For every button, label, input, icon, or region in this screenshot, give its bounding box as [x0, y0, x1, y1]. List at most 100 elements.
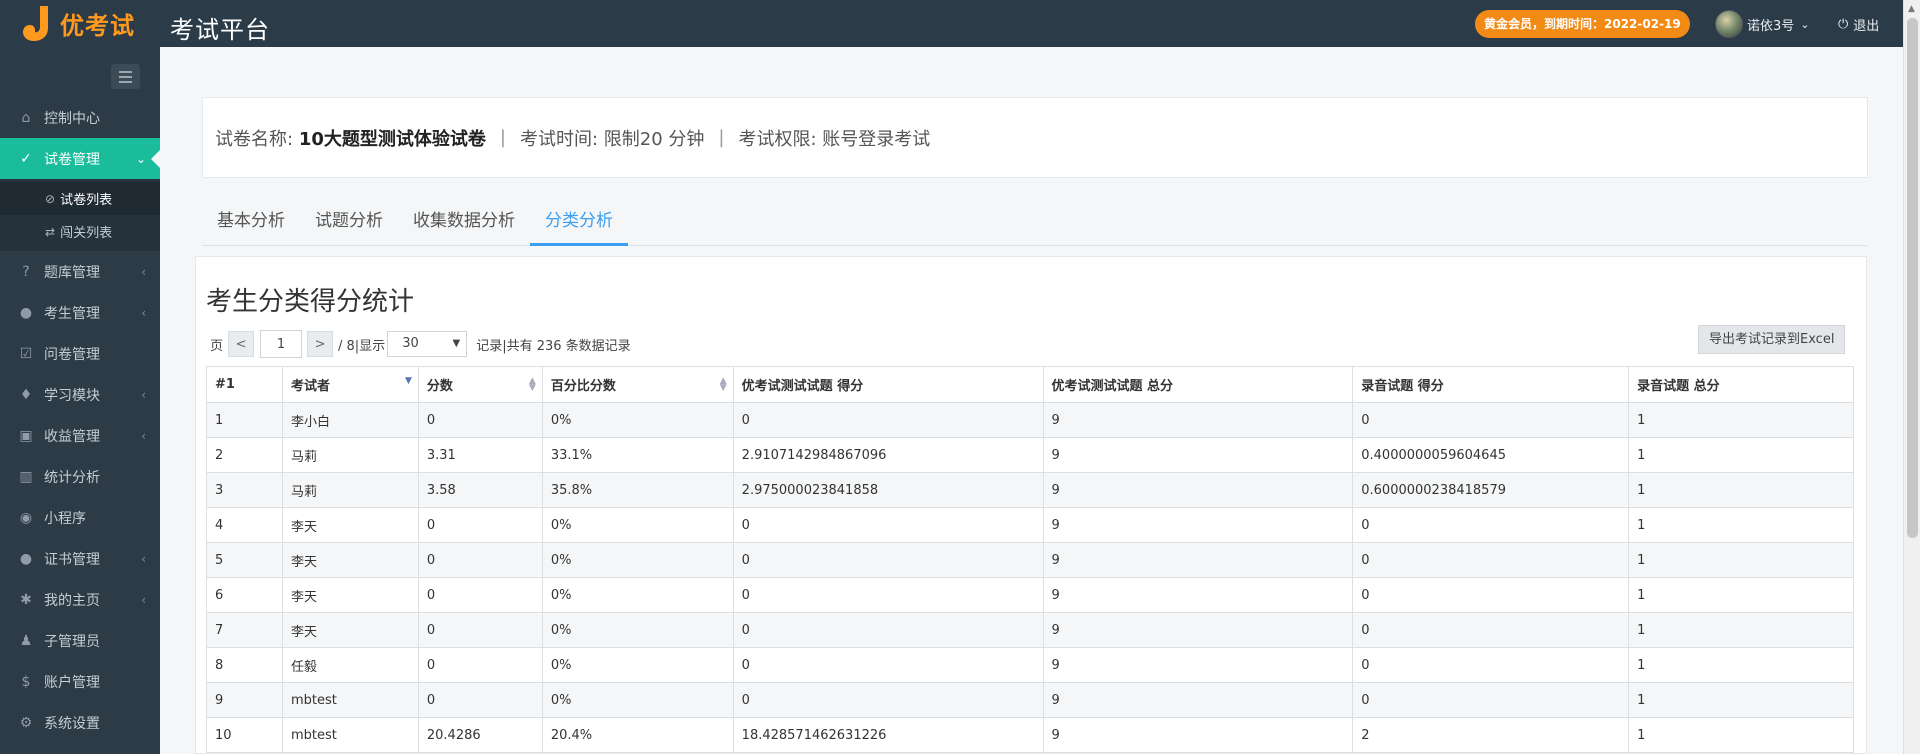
sidebar-item-label: 小程序 [44, 510, 86, 527]
column-header[interactable]: #1 [206, 366, 283, 403]
table-cell: 0 [732, 577, 1044, 613]
table-body: 1 李小白 0 0% 0 9 0 1 2 马莉 3.31 33.1% 2.910714298486709… [206, 402, 1854, 753]
sidebar-item-learning[interactable]: ♦ 学习模块 ‹ [0, 374, 160, 415]
vertical-scrollbar[interactable]: ▲ [1903, 0, 1920, 754]
page-size-select[interactable]: 30 ▼ [387, 331, 468, 357]
table-cell: 9 [1042, 402, 1354, 438]
sidebar-item-dashboard[interactable]: ⌂ 控制中心 [0, 97, 160, 138]
logout-button[interactable]: ⏻ 退出 [1838, 15, 1879, 34]
caret-down-icon: ▼ [452, 338, 461, 349]
table-cell: mbtest [281, 682, 419, 718]
table-cell: 1 [1628, 577, 1854, 613]
chevron-left-icon: ‹ [141, 305, 146, 320]
home-icon: ⌂ [21, 109, 31, 126]
chevron-left-icon: ‹ [141, 592, 146, 607]
prev-page-button[interactable]: < [228, 331, 255, 357]
chevron-left-icon: ‹ [141, 387, 146, 402]
table-cell: 9 [1042, 682, 1354, 718]
scroll-up-icon[interactable]: ▲ [1908, 4, 1915, 14]
exam-time: 考试时间: 限制20 分钟 [519, 128, 705, 150]
column-header[interactable]: 考试者 ▼ [281, 366, 419, 403]
sidebar-item-survey[interactable]: ☑ 问卷管理 [0, 333, 160, 374]
sidebar-item-label: 子管理员 [44, 633, 100, 650]
sidebar-item-revenue[interactable]: ▣ 收益管理 ‹ [0, 415, 160, 456]
table-cell: 2 [1352, 717, 1630, 753]
table-cell: 0 [732, 682, 1044, 718]
table-cell: 9 [1042, 472, 1354, 508]
records-text: 记录|共有 236 条数据记录 [476, 338, 631, 354]
sidebar-item-label: 学习模块 [44, 387, 100, 404]
sidebar-item-label: 收益管理 [44, 428, 100, 445]
sidebar-item-exam-paper[interactable]: ✓ 试卷管理 ⌄ [0, 138, 160, 179]
money-icon: ▣ [19, 427, 33, 444]
question-circle-icon: ? [22, 263, 30, 280]
table-row: 6 李天 0 0% 0 9 0 1 [206, 577, 1854, 613]
sidebar-item-settings[interactable]: ⚙ 系统设置 [0, 702, 160, 743]
table-cell: 0% [541, 682, 734, 718]
chevron-down-icon: ⌄ [1800, 17, 1810, 31]
table-cell: 1 [1628, 437, 1854, 473]
column-header[interactable]: 百分比分数 ▲ ▼ [541, 366, 734, 403]
vip-badge[interactable]: 黄金会员，到期时间：2022-02-19 [1475, 10, 1690, 38]
certificate-icon: ● [19, 550, 33, 567]
check-circle-icon: ✓ [20, 150, 32, 167]
sidebar-subitem-paper-list[interactable]: ⊘ 试卷列表 [0, 182, 160, 215]
check-circle-icon: ⊘ [45, 191, 56, 206]
logo[interactable]: 优考试 [20, 4, 135, 42]
sidebar-item-mini-program[interactable]: ◉ 小程序 [0, 497, 160, 538]
table-cell: 0% [541, 402, 734, 438]
export-excel-button[interactable]: 导出考试记录到Excel [1698, 325, 1846, 354]
tab-collected-data-analysis[interactable]: 收集数据分析 [398, 200, 530, 246]
avatar [1715, 10, 1743, 38]
sidebar-item-sub-admin[interactable]: ♟ 子管理员 [0, 620, 160, 661]
leaf-icon: ✱ [20, 591, 32, 608]
sidebar-item-homepage[interactable]: ✱ 我的主页 ‹ [0, 579, 160, 620]
table-row: 1 李小白 0 0% 0 9 0 1 [206, 402, 1854, 438]
user-name: 诺依3号 [1747, 18, 1795, 34]
sidebar-subitem-level-list[interactable]: ⇄ 闯关列表 [0, 215, 160, 248]
separator: | [499, 127, 506, 148]
sidebar-toggle-button[interactable] [111, 64, 140, 89]
table-cell: 9 [1042, 577, 1354, 613]
page-total-text: / 8|显示 [338, 338, 386, 354]
main-content: 试卷名称: 10大题型测试体验试卷 | 考试时间: 限制20 分钟 | 考试权限… [160, 47, 1903, 754]
table-cell: 1 [1628, 542, 1854, 578]
table-cell: 3.31 [417, 437, 543, 473]
column-header[interactable]: 分数 ▲ ▼ [417, 366, 543, 403]
shuffle-icon: ⇄ [45, 224, 56, 239]
logout-label: 退出 [1853, 19, 1880, 34]
sidebar-item-question-bank[interactable]: ? 题库管理 ‹ [0, 251, 160, 292]
score-table: #1 考试者 ▼ 分数 ▲ ▼ 百分比分数 ▲ ▼ 优考试测试试题 得分 优考试测试试题 … [206, 366, 1854, 753]
sidebar-item-account[interactable]: $ 账户管理 [0, 661, 160, 702]
tab-category-analysis[interactable]: 分类分析 [530, 200, 628, 246]
table-row: 7 李天 0 0% 0 9 0 1 [206, 612, 1854, 648]
next-page-button[interactable]: > [307, 331, 334, 357]
exam-name: 10大题型测试体验试卷 [298, 128, 486, 150]
chevron-left-icon: ‹ [141, 428, 146, 443]
scrollbar-thumb[interactable] [1907, 18, 1918, 538]
sidebar-item-certificates[interactable]: ● 证书管理 ‹ [0, 538, 160, 579]
table-cell: 李小白 [281, 402, 419, 438]
sidebar-subitem-label: 试卷列表 [60, 193, 113, 208]
table-cell: 33.1% [541, 437, 734, 473]
bar-chart-icon: ▥ [19, 468, 33, 485]
table-cell: 0 [732, 612, 1044, 648]
user-menu[interactable]: 诺依3号 ⌄ [1715, 10, 1810, 38]
page-number-input[interactable]: 1 [260, 330, 303, 358]
power-icon: ⏻ [1838, 17, 1849, 32]
sidebar-item-label: 考生管理 [44, 305, 100, 322]
tab-question-analysis[interactable]: 试题分析 [300, 200, 398, 246]
table-cell: 0 [732, 402, 1044, 438]
sidebar-item-examinees[interactable]: ● 考生管理 ‹ [0, 292, 160, 333]
sidebar-item-label: 系统设置 [44, 715, 100, 732]
table-cell: 2.9107142984867096 [732, 437, 1044, 473]
sidebar-item-statistics[interactable]: ▥ 统计分析 [0, 456, 160, 497]
logo-icon [23, 6, 48, 41]
table-cell: 0 [732, 647, 1044, 683]
pagination: 页 < 1 > / 8|显示 30 ▼ 记录|共有 236 条数据记录 [210, 330, 631, 358]
tab-basic-analysis[interactable]: 基本分析 [202, 200, 300, 246]
chevron-left-icon: ‹ [141, 551, 146, 566]
table-cell: 0 [1352, 647, 1630, 683]
table-cell: 5 [206, 542, 283, 578]
table-cell: 0 [417, 612, 543, 648]
